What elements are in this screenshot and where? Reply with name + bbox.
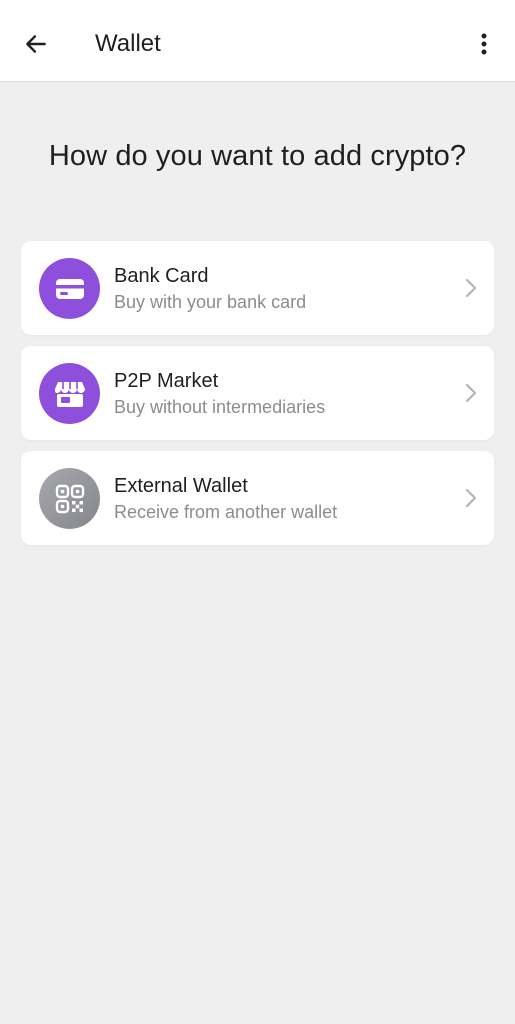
option-icon-badge bbox=[39, 258, 100, 319]
option-title: External Wallet bbox=[114, 475, 248, 497]
storefront-icon bbox=[54, 381, 85, 407]
option-subtitle: Receive from another wallet bbox=[114, 502, 338, 522]
chevron-right-icon bbox=[461, 277, 481, 299]
option-title: P2P Market bbox=[114, 370, 219, 392]
qr-code-icon bbox=[55, 484, 84, 513]
page-title: Wallet bbox=[95, 30, 161, 57]
option-subtitle: Buy without intermediaries bbox=[114, 397, 326, 417]
option-p2p-market[interactable]: P2P Market Buy without intermediaries bbox=[21, 346, 494, 440]
app-bar: Wallet bbox=[0, 0, 515, 82]
option-bank-card[interactable]: Bank Card Buy with your bank card bbox=[21, 241, 494, 335]
option-subtitle: Buy with your bank card bbox=[114, 292, 307, 312]
credit-card-icon bbox=[55, 278, 84, 299]
more-vertical-icon bbox=[481, 33, 487, 55]
more-options-button[interactable] bbox=[467, 26, 501, 62]
option-icon-badge bbox=[39, 363, 100, 424]
back-button[interactable] bbox=[18, 26, 54, 62]
option-title: Bank Card bbox=[114, 265, 209, 287]
chevron-right-icon bbox=[461, 487, 481, 509]
chevron-right-icon bbox=[461, 382, 481, 404]
option-icon-badge bbox=[39, 468, 100, 529]
arrow-left-icon bbox=[26, 35, 46, 53]
headline: How do you want to add crypto? bbox=[48, 140, 467, 172]
option-external-wallet[interactable]: External Wallet Receive from another wal… bbox=[21, 451, 494, 545]
